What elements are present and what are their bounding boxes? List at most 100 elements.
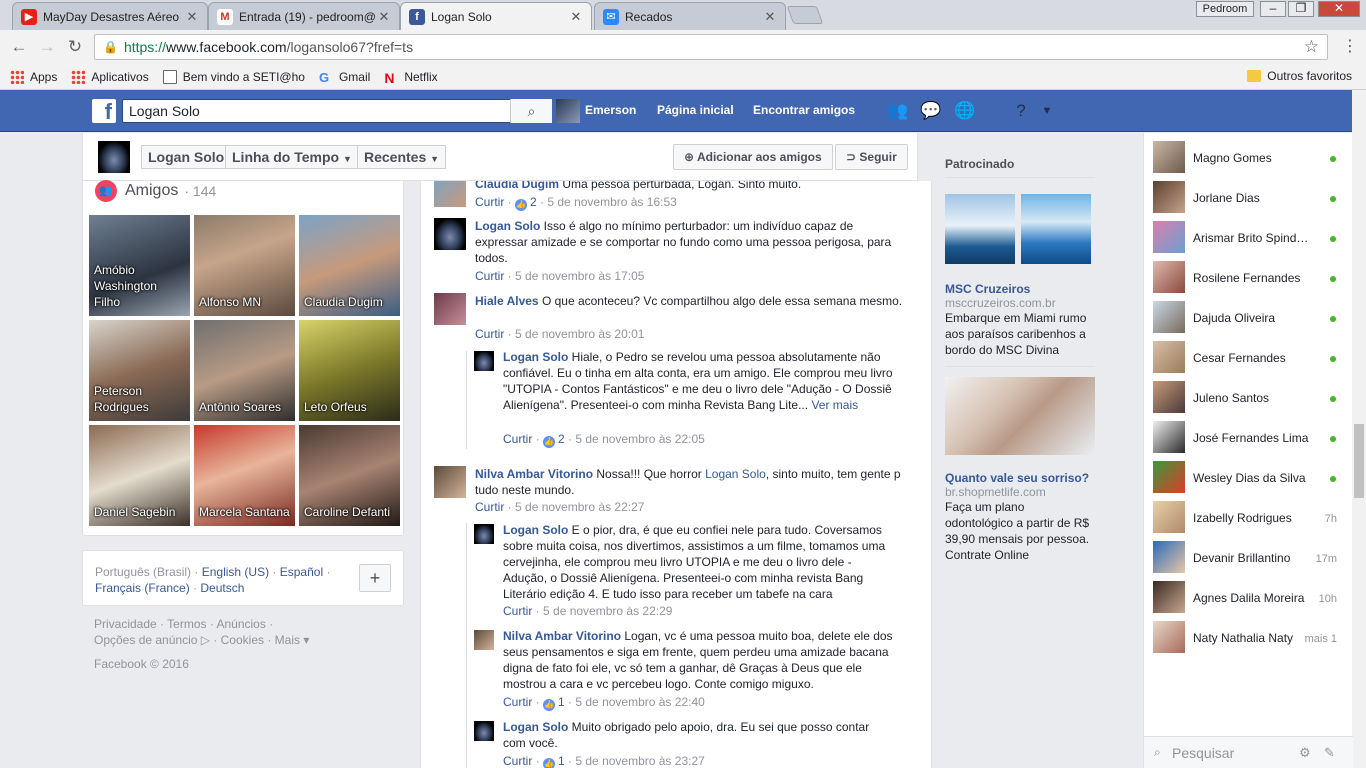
menu-dots-icon[interactable]: ⋮ (1340, 36, 1360, 56)
comment-author[interactable]: Logan Solo (503, 350, 568, 364)
chat-contact[interactable]: Dajuda Oliveira (1144, 293, 1353, 333)
timeline-dropdown[interactable]: Linha do Tempo ▼ (225, 145, 359, 169)
compose-icon[interactable]: ✎ (1324, 745, 1335, 761)
add-friend-button[interactable]: ⊕ Adicionar aos amigos (673, 144, 833, 170)
nav-home-link[interactable]: Página inicial (657, 103, 734, 117)
friend-tile[interactable]: Amóbio Washington Filho (89, 215, 190, 316)
chat-contact[interactable]: Arismar Brito Spindola (1144, 213, 1353, 253)
browser-tab-active[interactable]: f Logan Solo ✕ (400, 2, 592, 30)
commenter-avatar[interactable] (434, 218, 466, 250)
commenter-avatar[interactable] (434, 181, 466, 207)
chat-contact[interactable]: Wesley Dias da Silva (1144, 453, 1353, 493)
bookmark-aplicativos[interactable]: Aplicativos (71, 69, 149, 84)
chat-contact[interactable]: Agnes Dalila Moreira 10h (1144, 573, 1353, 613)
minimize-icon[interactable]: – (1260, 1, 1286, 17)
footer-links-2[interactable]: Opções de anúncio ▷ · Cookies · Mais ▾ (94, 632, 394, 648)
nav-find-friends-link[interactable]: Encontrar amigos (753, 103, 855, 117)
browser-tab[interactable]: M Entrada (19) - pedroom@ ✕ (208, 2, 400, 30)
chat-contact[interactable]: Naty Nathalia Naty mais 1 (1144, 613, 1353, 653)
chat-contact[interactable]: Cesar Fernandes (1144, 333, 1353, 373)
add-language-button[interactable]: + (359, 564, 391, 592)
commenter-avatar[interactable] (474, 630, 494, 650)
chat-contact[interactable]: Devanir Brillantino 17m (1144, 533, 1353, 573)
messages-icon[interactable]: 💬 (920, 101, 942, 121)
ad-title[interactable]: Quanto vale seu sorriso? (945, 471, 1089, 485)
friend-tile[interactable]: Peterson Rodrigues (89, 320, 190, 421)
gear-icon[interactable]: ⚙ (1299, 745, 1311, 761)
browser-tab[interactable]: ▶ MayDay Desastres Aéreo ✕ (12, 2, 208, 30)
chat-contact[interactable]: José Fernandes Lima (1144, 413, 1353, 453)
close-icon[interactable]: ✕ (569, 9, 583, 25)
like-link[interactable]: Curtir (503, 754, 532, 768)
user-avatar[interactable] (556, 99, 580, 123)
chat-contact[interactable]: Rosilene Fernandes (1144, 253, 1353, 293)
reload-icon[interactable]: ↻ (64, 37, 86, 57)
commenter-avatar[interactable] (474, 351, 494, 371)
comment-author[interactable]: Logan Solo (503, 720, 568, 734)
close-icon[interactable]: ✕ (377, 9, 391, 25)
bookmark-seti[interactable]: Bem vindo a SETI@ho (162, 69, 305, 84)
bookmark-gmail[interactable]: G Gmail (319, 70, 370, 85)
ad-image-family[interactable] (945, 377, 1095, 455)
friend-tile[interactable]: Caroline Defanti (299, 425, 400, 526)
browser-profile-button[interactable]: Pedroom (1196, 1, 1254, 17)
footer-links-1[interactable]: Privacidade · Termos · Anúncios · (94, 616, 394, 632)
friend-tile[interactable]: Claudia Dugim (299, 215, 400, 316)
like-link[interactable]: Curtir (503, 604, 532, 618)
close-icon[interactable]: ✕ (185, 9, 199, 25)
like-link[interactable]: Curtir (475, 195, 504, 209)
profile-name-link[interactable]: Logan Solo (141, 145, 232, 169)
like-link[interactable]: Curtir (475, 500, 504, 514)
mention-link[interactable]: Logan Solo (705, 467, 766, 481)
friend-tile[interactable]: Daniel Sagebin (89, 425, 190, 526)
notifications-globe-icon[interactable]: 🌐 (954, 101, 976, 121)
friend-tile[interactable]: Antônio Soares (194, 320, 295, 421)
recent-dropdown[interactable]: Recentes ▼ (357, 145, 447, 169)
language-option[interactable]: Deutsch (200, 581, 244, 595)
like-link[interactable]: Curtir (503, 695, 532, 709)
ad-image-miami[interactable] (1021, 194, 1091, 264)
close-icon[interactable]: ✕ (763, 9, 777, 25)
friend-tile[interactable]: Leto Orfeus (299, 320, 400, 421)
commenter-avatar[interactable] (434, 466, 466, 498)
comment-author[interactable]: Hiale Alves (475, 294, 539, 308)
bookmark-apps[interactable]: Apps (10, 69, 57, 84)
language-option[interactable]: Español (280, 565, 323, 579)
friend-requests-icon[interactable]: 👥 (887, 101, 909, 121)
nav-profile-link[interactable]: Emerson (585, 103, 636, 117)
chat-contact[interactable]: Izabelly Rodrigues 7h (1144, 493, 1353, 533)
language-option[interactable]: English (US) (202, 565, 269, 579)
ad-title[interactable]: MSC Cruzeiros (945, 282, 1030, 296)
browser-tab[interactable]: ✉ Recados ✕ (594, 2, 786, 30)
friends-header[interactable]: 👥 Amigos · 144 (95, 180, 216, 202)
help-icon[interactable]: ? (1010, 101, 1032, 121)
page-scrollbar[interactable] (1352, 90, 1366, 768)
address-bar[interactable]: 🔒 https:// www.facebook.com /logansolo67… (94, 34, 1328, 60)
comment-author[interactable]: Logan Solo (475, 219, 540, 233)
chat-contact[interactable]: Juleno Santos (1144, 373, 1353, 413)
new-tab-button[interactable] (786, 6, 824, 24)
commenter-avatar[interactable] (474, 721, 494, 741)
bookmark-netflix[interactable]: N Netflix (384, 70, 437, 86)
ad-url[interactable]: br.shopmetlife.com (945, 485, 1046, 499)
like-link[interactable]: Curtir (503, 432, 532, 446)
chat-search-input[interactable]: Pesquisar (1172, 745, 1234, 761)
comment-author[interactable]: Nilva Ambar Vitorino (475, 467, 593, 481)
comment-author[interactable]: Logan Solo (503, 523, 568, 537)
like-link[interactable]: Curtir (475, 269, 504, 283)
other-bookmarks-folder[interactable]: Outros favoritos (1247, 69, 1352, 83)
forward-arrow-icon[interactable]: → (36, 37, 58, 57)
scrollbar-thumb[interactable] (1354, 424, 1364, 498)
like-link[interactable]: Curtir (475, 327, 504, 341)
profile-thumbnail[interactable] (98, 141, 130, 173)
chat-contact[interactable]: Jorlane Dias (1144, 173, 1353, 213)
facebook-logo-icon[interactable]: f (92, 99, 116, 124)
ad-image-cruise[interactable] (945, 194, 1015, 264)
friend-tile[interactable]: Marcela Santana (194, 425, 295, 526)
facebook-search-input[interactable]: Logan Solo (122, 99, 552, 123)
follow-button[interactable]: ⊃ Seguir (835, 144, 908, 170)
comment-author[interactable]: Claudia Dugim (475, 181, 559, 191)
bookmark-star-icon[interactable]: ☆ (1304, 37, 1319, 57)
commenter-avatar[interactable] (434, 293, 466, 325)
chat-contact[interactable]: Magno Gomes (1144, 133, 1353, 173)
